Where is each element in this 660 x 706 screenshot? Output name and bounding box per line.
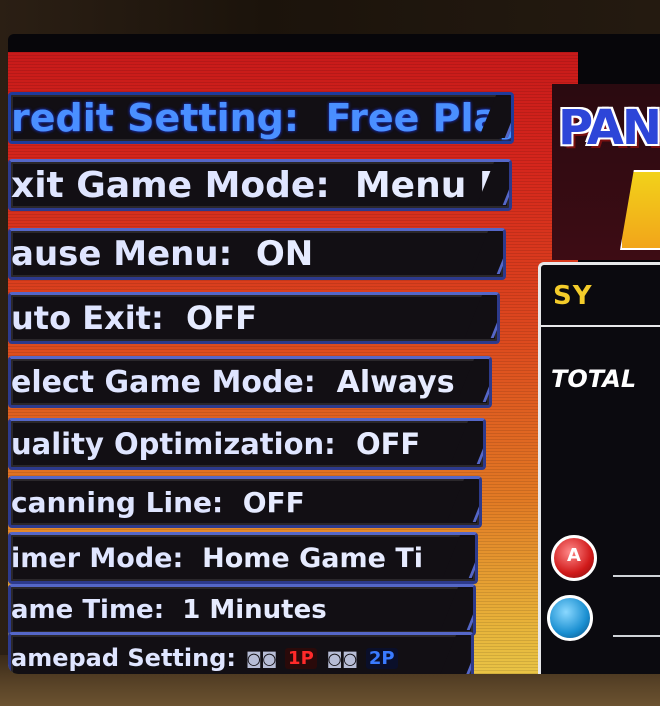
row-cap (440, 587, 473, 630)
row-cap (456, 359, 489, 402)
gamepad-icon: ◙◙ (326, 648, 358, 668)
row-cap (438, 635, 471, 674)
menu-item-label: amepad Setting: (11, 644, 236, 672)
system-panel: SY TOTAL A (538, 262, 660, 674)
row-cap (464, 295, 497, 338)
row-cap (442, 535, 475, 578)
menu-item-value: Home Game Ti (202, 542, 423, 574)
player-2-token: 2P (365, 647, 398, 669)
button-b-icon (547, 595, 593, 641)
menu-item-exit-game-mode[interactable]: xit Game Mode: Menu Exit (8, 159, 512, 211)
player-1-token: 1P (285, 647, 317, 669)
menu-item-label: redit Setting: (11, 96, 300, 140)
menu-item-value: Always (336, 364, 455, 400)
button-a-letter: A (567, 545, 581, 566)
system-panel-title: SY (553, 281, 593, 311)
menu-item-label: uality Optimization: (11, 427, 336, 461)
row-cap (446, 479, 479, 522)
menu-item-label: uto Exit: (11, 299, 164, 337)
divider (541, 325, 660, 327)
menu-item-label: ause Menu: (11, 234, 233, 274)
menu-item-label: ame Time: (11, 595, 165, 625)
menu-item-auto-exit[interactable]: uto Exit: OFF (8, 292, 500, 344)
menu-item-select-game-mode[interactable]: elect Game Mode: Always (8, 356, 492, 408)
button-a-line (613, 575, 660, 577)
menu-item-value: OFF (186, 299, 257, 337)
menu-item-gamepad-setting[interactable]: amepad Setting: ◙◙ 1P ◙◙ 2P (8, 632, 474, 674)
button-a-icon: A (551, 535, 597, 581)
logo-text: PAN (558, 100, 660, 156)
button-b-line (613, 635, 660, 637)
menu-item-game-time[interactable]: ame Time: 1 Minutes (8, 584, 476, 636)
menu-item-value: ON (255, 234, 314, 274)
game-screen: redit Setting: Free Play xit Game Mode: … (8, 34, 660, 674)
row-cap (450, 421, 483, 464)
menu-item-timer-mode[interactable]: imer Mode: Home Game Ti (8, 532, 478, 584)
menu-item-label: xit Game Mode: (11, 164, 330, 206)
menu-item-label: imer Mode: (11, 542, 184, 574)
menu-item-credit-setting[interactable]: redit Setting: Free Play (8, 92, 514, 144)
menu-item-label: canning Line: (11, 485, 224, 519)
menu-item-label: elect Game Mode: (11, 364, 316, 400)
total-label: TOTAL (551, 365, 637, 393)
menu-item-value: OFF (242, 485, 305, 519)
menu-item-pause-menu[interactable]: ause Menu: ON (8, 228, 506, 280)
menu-item-quality-optimization[interactable]: uality Optimization: OFF (8, 418, 486, 470)
menu-item-scanning-line[interactable]: canning Line: OFF (8, 476, 482, 528)
gamepad-icon: ◙◙ (246, 648, 278, 668)
row-cap (470, 231, 503, 274)
menu-item-value: OFF (355, 427, 421, 461)
menu-item-value: 1 Minutes (182, 595, 327, 625)
